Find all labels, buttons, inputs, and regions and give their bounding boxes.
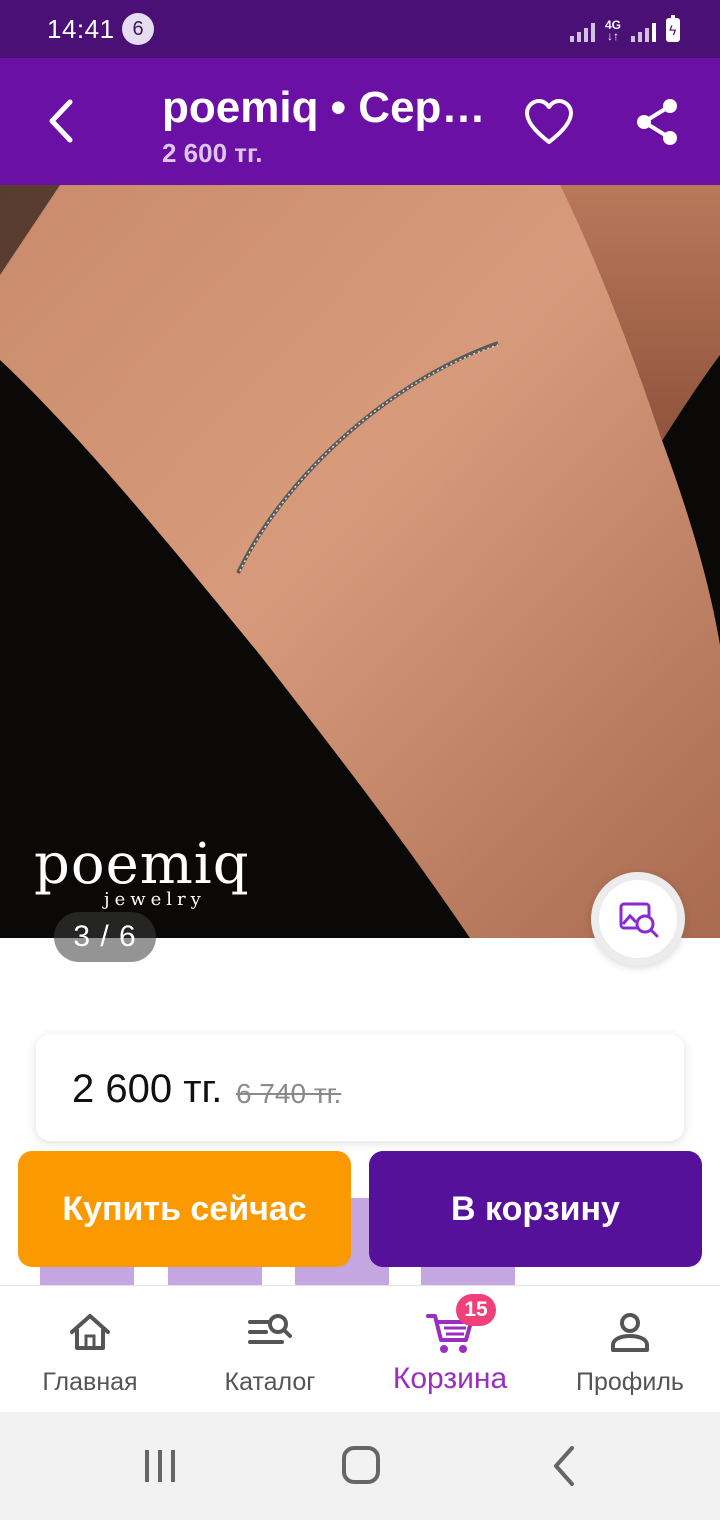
product-price-subtitle: 2 600 тг. xyxy=(162,138,263,168)
old-price: 6 740 тг. xyxy=(236,1078,342,1109)
system-navigation-bar xyxy=(0,1412,720,1520)
signal-icon-2 xyxy=(631,20,656,42)
back-icon[interactable] xyxy=(36,94,90,148)
product-image-gallery[interactable]: poemiq jewelry xyxy=(0,185,720,938)
nav-item-profile[interactable]: Профиль xyxy=(540,1286,720,1413)
share-icon[interactable] xyxy=(630,94,686,150)
nav-label-catalog: Каталог xyxy=(224,1368,316,1396)
add-to-cart-button[interactable]: В корзину xyxy=(369,1151,702,1267)
back-system-icon[interactable] xyxy=(540,1444,590,1488)
battery-charging-icon: ϟ xyxy=(666,15,680,42)
product-title: poemiq • Серебряный браслет xyxy=(162,83,492,132)
price-card: 2 600 тг. 6 740 тг. xyxy=(36,1034,684,1141)
home-icon xyxy=(70,1314,110,1350)
status-time: 14:41 xyxy=(47,14,115,44)
home-system-icon[interactable] xyxy=(336,1444,386,1488)
product-photo xyxy=(0,185,720,938)
profile-icon xyxy=(611,1313,649,1352)
status-icons: 4G ↓↑ ϟ xyxy=(569,15,680,43)
recent-apps-icon[interactable] xyxy=(135,1444,185,1488)
brand-watermark: poemiq jewelry xyxy=(34,832,250,911)
image-search-button[interactable] xyxy=(591,872,685,966)
current-price: 2 600 тг. xyxy=(72,1067,223,1111)
favorite-heart-icon[interactable] xyxy=(522,96,576,150)
network-4g-icon: 4G ↓↑ xyxy=(604,18,621,43)
nav-item-catalog[interactable]: Каталог xyxy=(180,1286,360,1413)
nav-label-profile: Профиль xyxy=(576,1368,684,1396)
status-bar: 14:41 6 4G ↓↑ ϟ xyxy=(0,0,720,58)
nav-label-home: Главная xyxy=(42,1368,138,1396)
catalog-search-icon xyxy=(248,1314,292,1344)
bottom-navigation: Главная Каталог 15 Корзина Профиль xyxy=(0,1285,720,1413)
notification-count-badge: 6 xyxy=(122,13,154,45)
image-search-icon xyxy=(619,902,659,938)
nav-item-cart[interactable]: 15 Корзина xyxy=(360,1286,540,1413)
signal-icon xyxy=(569,20,595,42)
nav-item-home[interactable]: Главная xyxy=(0,1286,180,1413)
brand-logo: poemiq xyxy=(34,832,250,897)
buy-now-button[interactable]: Купить сейчас xyxy=(18,1151,351,1267)
nav-label-cart: Корзина xyxy=(392,1362,508,1395)
cart-count-badge: 15 xyxy=(456,1294,496,1326)
app-bar: poemiq • Серебряный браслет 2 600 тг. xyxy=(0,58,720,185)
gallery-counter: 3 / 6 xyxy=(54,912,156,962)
